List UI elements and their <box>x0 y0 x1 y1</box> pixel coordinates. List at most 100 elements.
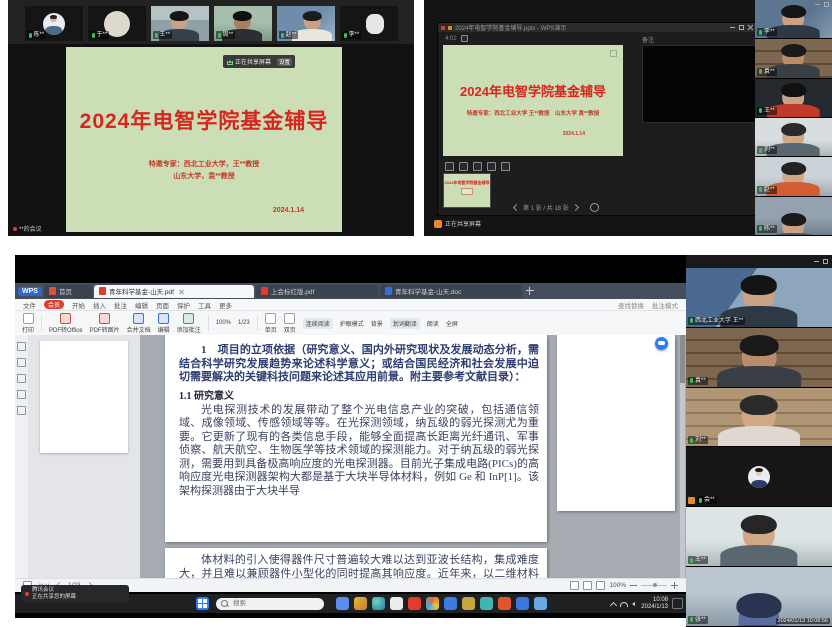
bookmark-icon[interactable] <box>17 342 26 351</box>
participant-tile[interactable]: 陈** <box>755 197 832 236</box>
zoom-in-icon[interactable] <box>671 582 678 589</box>
notepad-icon[interactable] <box>390 597 403 610</box>
qq-icon[interactable] <box>444 597 457 610</box>
menu-protect[interactable]: 保护 <box>177 300 190 310</box>
share-control-bar[interactable]: 正在共享屏幕 设置 <box>223 55 295 68</box>
participant-tile[interactable]: 刘** <box>686 388 832 448</box>
attachment-icon[interactable] <box>17 390 26 399</box>
notification-center-icon[interactable] <box>672 598 683 609</box>
new-tab-button[interactable] <box>524 285 536 297</box>
menu-tools[interactable]: 工具 <box>198 300 211 310</box>
member-badge[interactable]: 会员 <box>44 300 64 309</box>
menu-start[interactable]: 开始 <box>72 300 85 310</box>
vertical-scrollbar[interactable] <box>680 335 685 579</box>
taskbar-search[interactable] <box>216 598 324 610</box>
slide-thumbnail[interactable]: 2024年电智学院基金辅导 <box>443 173 491 208</box>
laser-pointer-icon[interactable] <box>459 162 468 171</box>
zoom-select[interactable]: 100% <box>216 320 231 326</box>
maximize-icon[interactable] <box>739 25 744 30</box>
menu-comment[interactable]: 批注 <box>114 300 127 310</box>
ai-assistant-button[interactable] <box>655 337 668 350</box>
fit-page-icon[interactable] <box>596 581 605 590</box>
participant-tile[interactable]: 会** <box>686 447 832 507</box>
tab-home[interactable]: 首页 <box>44 285 92 298</box>
participant-tile[interactable]: 陈** <box>25 6 83 41</box>
participant-tile[interactable]: 赵** <box>277 6 335 41</box>
participant-tile[interactable]: 王** <box>151 6 209 41</box>
participant-tile[interactable]: 于** <box>88 6 146 41</box>
participant-tile[interactable]: 李** <box>340 6 398 41</box>
zoom-out-icon[interactable] <box>630 582 637 589</box>
volume-icon[interactable] <box>630 601 636 607</box>
add-comment-button[interactable]: 添加批注 <box>177 313 201 334</box>
pause-icon[interactable] <box>461 35 468 42</box>
next-slide-icon[interactable] <box>572 204 579 211</box>
search-input[interactable] <box>231 599 309 608</box>
edit-button[interactable]: 编辑 <box>158 313 170 334</box>
menu-edit[interactable]: 编辑 <box>135 300 148 310</box>
maximize-icon[interactable] <box>824 2 829 7</box>
taskbar-clock[interactable]: 10:08 2024/1/13 <box>641 597 668 611</box>
eraser-icon[interactable] <box>487 162 496 171</box>
pdf-to-office-button[interactable]: PDF转Office <box>49 313 83 334</box>
highlighter-icon[interactable] <box>473 162 482 171</box>
thumbnails-icon[interactable] <box>17 358 26 367</box>
finance-app-icon[interactable] <box>462 597 475 610</box>
page-nav[interactable]: 1/23 <box>238 320 250 326</box>
maximize-icon[interactable] <box>823 259 828 264</box>
participant-tile[interactable]: 赵** <box>755 157 832 196</box>
view-mode-icon[interactable] <box>570 581 579 590</box>
background-button[interactable]: 背景 <box>371 319 383 328</box>
merge-docs-button[interactable]: 合并文档 <box>127 313 151 334</box>
participant-tile[interactable]: 袁** <box>755 39 832 78</box>
menu-file[interactable]: 文件 <box>23 300 36 310</box>
wps-logo[interactable]: WPS <box>18 287 42 296</box>
start-button[interactable] <box>196 597 209 610</box>
minimize-icon[interactable] <box>815 2 820 7</box>
menu-page[interactable]: 页面 <box>156 300 169 310</box>
search-icon[interactable] <box>17 406 26 415</box>
participant-tile[interactable]: 王** <box>686 507 832 567</box>
messenger-icon[interactable] <box>516 597 529 610</box>
paint-app-icon[interactable] <box>426 597 439 610</box>
participant-tile[interactable]: 张** 2024/01/13 10:08:56 <box>686 567 832 627</box>
browser-icon[interactable] <box>372 597 385 610</box>
pager-menu-icon[interactable] <box>590 203 599 212</box>
app-red-icon[interactable] <box>408 597 421 610</box>
tab-document[interactable]: 青年科学基金-山天.doc <box>380 285 522 298</box>
page-thumbnail[interactable] <box>40 341 128 453</box>
share-settings-button[interactable]: 设置 <box>277 58 292 66</box>
close-tab-icon[interactable] <box>179 289 184 294</box>
close-icon[interactable] <box>748 25 753 30</box>
read-aloud-button[interactable]: 朗读 <box>427 319 439 328</box>
page-thumbnail-panel[interactable] <box>28 335 140 579</box>
scrollbar-thumb[interactable] <box>680 335 685 383</box>
participant-tile[interactable]: 刘** <box>755 118 832 157</box>
single-page-button[interactable]: 单页 <box>265 313 277 334</box>
app-teal-icon[interactable] <box>480 597 493 610</box>
photos-app-icon[interactable] <box>354 597 367 610</box>
chat-app-icon[interactable] <box>336 597 349 610</box>
tab-document[interactable]: 上会标红版.pdf <box>256 285 378 298</box>
comments-icon[interactable] <box>17 374 26 383</box>
screen-share-banner[interactable]: 腾讯会议 正在共享您的屏幕 <box>21 585 129 602</box>
tab-document-active[interactable]: 青年科学基金-山天.pdf <box>94 285 254 298</box>
magnifier-icon[interactable] <box>501 162 510 171</box>
menu-more[interactable]: 更多 <box>219 300 232 310</box>
two-page-view-icon[interactable] <box>583 581 592 590</box>
network-icon[interactable] <box>620 601 626 607</box>
pen-icon[interactable] <box>445 162 454 171</box>
continuous-read-button[interactable]: 连续阅读 <box>303 318 333 329</box>
zoom-slider[interactable] <box>641 585 667 586</box>
participant-tile[interactable]: 西北工业大学 王** <box>686 268 832 328</box>
eye-protect-button[interactable]: 护眼模式 <box>340 319 364 328</box>
word-translate-button[interactable]: 划词翻译 <box>390 318 420 329</box>
comment-mode-button[interactable]: 批注模式 <box>652 300 678 310</box>
fullscreen-button[interactable]: 全屏 <box>446 319 458 328</box>
tray-expand-icon[interactable] <box>610 601 616 607</box>
participant-tile[interactable]: 袁** <box>686 328 832 388</box>
double-page-button[interactable]: 双页 <box>284 313 296 334</box>
wps-app-icon[interactable] <box>498 597 511 610</box>
prev-slide-icon[interactable] <box>513 204 520 211</box>
minimize-icon[interactable] <box>814 259 819 264</box>
